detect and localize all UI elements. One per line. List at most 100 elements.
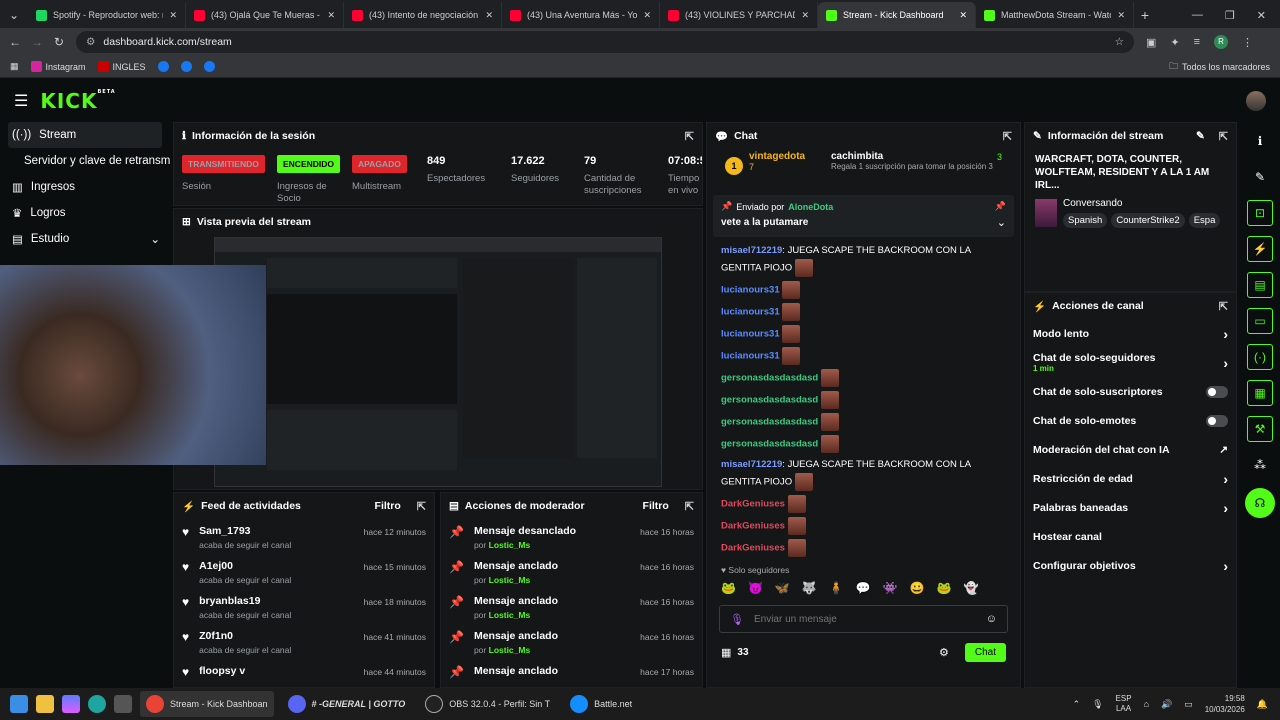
- browser-tab[interactable]: (43) VIOLINES Y PARCHADAS ✕: [660, 2, 818, 28]
- taskbar-battlenet[interactable]: Battle.net: [564, 691, 638, 717]
- file-explorer-icon[interactable]: [36, 695, 54, 713]
- chat-user[interactable]: DarkGeniuses: [721, 499, 785, 510]
- feed-item[interactable]: ♥ Z0f1n0 acaba de seguir el canal hace 41 m…: [174, 624, 434, 659]
- mod-item[interactable]: 📌 Mensaje desanclado por Lostic_Ms hace 16 …: [441, 519, 702, 554]
- chat-message[interactable]: gersonasdasdasdasd: [707, 433, 1020, 455]
- browser-tab[interactable]: MatthewDota Stream - Watch L ✕: [976, 2, 1134, 28]
- stream-video[interactable]: [214, 237, 662, 487]
- mod-filter-button[interactable]: Filtro: [643, 500, 669, 512]
- clock[interactable]: 19:58 10/03/2026: [1205, 693, 1245, 715]
- top-gifter-name[interactable]: vintagedota: [749, 151, 825, 162]
- emote-9-icon[interactable]: 🐸: [937, 581, 952, 595]
- mod-user[interactable]: Lostic_Ms: [489, 575, 531, 585]
- chat-message[interactable]: gersonasdasdasdasd: [707, 367, 1020, 389]
- channel-action[interactable]: Chat de solo-seguidores 1 min ›: [1025, 348, 1236, 377]
- mic-tray-icon[interactable]: 🎙: [1092, 699, 1103, 710]
- browser-tab[interactable]: Stream - Kick Dashboard ✕: [818, 2, 976, 28]
- chat-message[interactable]: lucianours31: [707, 323, 1020, 345]
- emote-5-icon[interactable]: 🧍: [829, 581, 844, 595]
- mod-item[interactable]: 📌 Mensaje anclado por Lostic_Ms hace 16 hor…: [441, 624, 702, 659]
- sidebar-item-server-key[interactable]: Servidor y clave de retransm: [0, 148, 170, 174]
- mod-item[interactable]: 📌 Mensaje anclado por Lostic_Ms hace 16 hor…: [441, 589, 702, 624]
- popout-icon[interactable]: ⇱: [1003, 130, 1012, 143]
- feed-item[interactable]: ♥ bryanblas19 acaba de seguir el canal hace…: [174, 589, 434, 624]
- notifications-icon[interactable]: 🔔: [1257, 699, 1268, 710]
- bookmark-facebook-2[interactable]: [180, 61, 192, 72]
- tab-search-icon[interactable]: ⌄: [0, 2, 28, 28]
- channel-action[interactable]: Moderación del chat con IA ↗: [1025, 435, 1236, 464]
- tab-close-icon[interactable]: ✕: [485, 10, 493, 21]
- emote-1-icon[interactable]: 🐸: [721, 581, 736, 595]
- bookmark-star-icon[interactable]: ☆: [1115, 36, 1124, 48]
- chat-user[interactable]: lucianours31: [721, 329, 780, 340]
- browser-tab[interactable]: Spotify - Reproductor web: mú ✕: [28, 2, 186, 28]
- menu-icon[interactable]: ⋮: [1242, 36, 1253, 49]
- mic-icon[interactable]: 🎙: [730, 613, 744, 626]
- chat-message[interactable]: gersonasdasdasdasd: [707, 389, 1020, 411]
- mod-user[interactable]: Lostic_Ms: [489, 610, 531, 620]
- chat-user[interactable]: lucianours31: [721, 307, 780, 318]
- emote-2-icon[interactable]: 😈: [748, 581, 763, 595]
- pinned-user[interactable]: AloneDota: [788, 202, 833, 212]
- edge-icon[interactable]: [88, 695, 106, 713]
- mod-user[interactable]: Lostic_Ms: [489, 645, 531, 655]
- bookmark-ingles[interactable]: INGLES: [97, 61, 146, 72]
- chevron-down-icon[interactable]: ⌄: [997, 216, 1006, 229]
- all-bookmarks[interactable]: 🗀 Todos los marcadores: [1169, 59, 1270, 75]
- feed-item[interactable]: ♥ Sam_1793 acaba de seguir el canal hace 12…: [174, 519, 434, 554]
- support-headset-icon[interactable]: ☊: [1245, 488, 1275, 518]
- url-bar[interactable]: ⚙ dashboard.kick.com/stream ☆: [76, 31, 1134, 53]
- chat-message[interactable]: lucianours31: [707, 301, 1020, 323]
- site-info-icon[interactable]: ⚙: [86, 36, 95, 48]
- bookmark-facebook-1[interactable]: [157, 61, 169, 72]
- emote-8-icon[interactable]: 😀: [910, 581, 925, 595]
- share-tool-icon[interactable]: ⁂: [1247, 452, 1273, 478]
- profile-avatar[interactable]: R: [1214, 35, 1229, 49]
- bolt-tool-icon[interactable]: ⚡: [1247, 236, 1273, 262]
- windows-start-icon[interactable]: [10, 695, 28, 713]
- broadcast-tool-icon[interactable]: (·): [1247, 344, 1273, 370]
- tab-close-icon[interactable]: ✕: [643, 10, 651, 21]
- copilot-icon[interactable]: [62, 695, 80, 713]
- sidebar-item-achievements[interactable]: ♛ Logros: [0, 200, 170, 226]
- tab-close-icon[interactable]: ✕: [169, 10, 177, 21]
- chat-message[interactable]: DarkGeniuses: [707, 515, 1020, 537]
- chat-message[interactable]: lucianours31: [707, 345, 1020, 367]
- taskbar-discord[interactable]: # -GENERAL | GOTTO: [282, 691, 412, 717]
- emote-3-icon[interactable]: 🦋: [775, 581, 790, 595]
- chat-tool-icon[interactable]: ▭: [1247, 308, 1273, 334]
- emote-6-icon[interactable]: 💬: [856, 581, 871, 595]
- emote-7-icon[interactable]: 👾: [883, 581, 898, 595]
- close-window-icon[interactable]: ✕: [1257, 9, 1266, 22]
- gifter-name[interactable]: cachimbita: [831, 151, 883, 162]
- taskbar-chrome[interactable]: Stream - Kick Dashboan: [140, 691, 274, 717]
- user-avatar[interactable]: [1246, 91, 1266, 111]
- popout-icon[interactable]: ⇱: [1219, 130, 1228, 143]
- bookmark-facebook-3[interactable]: [203, 61, 215, 72]
- popout-icon[interactable]: ⇱: [685, 500, 694, 513]
- reload-icon[interactable]: ↻: [48, 35, 70, 49]
- bookmark-instagram[interactable]: Instagram: [30, 61, 86, 72]
- cast-icon[interactable]: ▣: [1146, 36, 1156, 49]
- chat-user[interactable]: lucianours31: [721, 285, 780, 296]
- tab-close-icon[interactable]: ✕: [327, 10, 335, 21]
- tab-close-icon[interactable]: ✕: [959, 10, 967, 21]
- chat-message[interactable]: DarkGeniuses: [707, 537, 1020, 559]
- toggle-switch[interactable]: [1206, 385, 1228, 398]
- channel-action[interactable]: Chat de solo-emotes: [1025, 406, 1236, 435]
- chat-input[interactable]: [753, 613, 976, 625]
- sidebar-item-stream[interactable]: ((·)) Stream: [8, 122, 162, 148]
- kick-logo[interactable]: KICKBETA: [40, 89, 115, 113]
- browser-tab[interactable]: (43) Ojalá Que Te Mueras - You ✕: [186, 2, 344, 28]
- channel-action[interactable]: Chat de solo-suscriptores: [1025, 377, 1236, 406]
- store-icon[interactable]: [114, 695, 132, 713]
- gift-cta[interactable]: Regala 1 suscripción para tomar la posic…: [831, 162, 1002, 171]
- apps-icon[interactable]: ▦: [10, 61, 19, 72]
- chat-user[interactable]: lucianours31: [721, 351, 780, 362]
- tray-chevron-icon[interactable]: ⌃: [1073, 699, 1081, 710]
- chat-user[interactable]: gersonasdasdasdasd: [721, 373, 818, 384]
- edit-tool-icon[interactable]: ✎: [1247, 164, 1273, 190]
- list-tool-icon[interactable]: ▤: [1247, 272, 1273, 298]
- emoji-icon[interactable]: ☺: [986, 613, 997, 625]
- feed-item[interactable]: ♥ A1ej00 acaba de seguir el canal hace 15 m…: [174, 554, 434, 589]
